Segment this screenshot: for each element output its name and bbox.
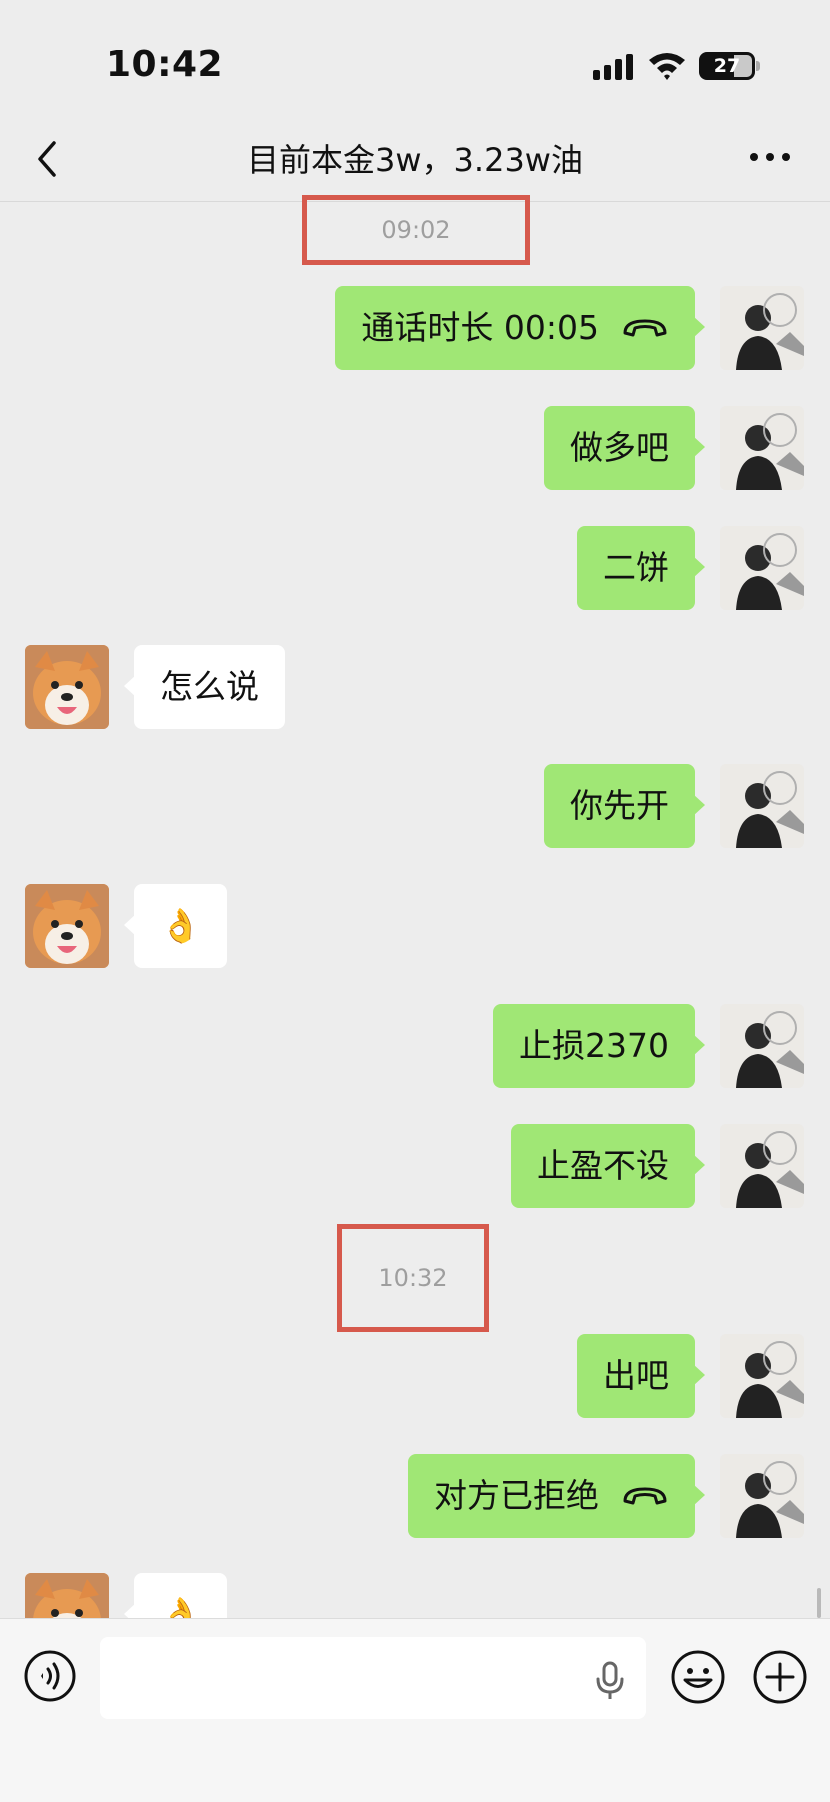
- phone-hangup-icon: [623, 319, 667, 336]
- home-indicator-area: [0, 1728, 830, 1802]
- my-avatar[interactable]: [720, 1124, 804, 1208]
- my-avatar[interactable]: [720, 1334, 804, 1418]
- message-bubble[interactable]: 做多吧: [544, 406, 705, 490]
- timestamp: 09:02: [302, 195, 530, 265]
- back-arrow-icon[interactable]: [30, 137, 64, 181]
- contact-avatar[interactable]: [25, 1573, 109, 1618]
- phone-hangup-icon: [623, 1487, 667, 1504]
- message-input[interactable]: [100, 1637, 646, 1719]
- voice-input-icon[interactable]: [23, 1649, 77, 1703]
- message-row-sent: 出吧: [0, 1334, 830, 1418]
- message-bubble[interactable]: 止盈不设: [511, 1124, 705, 1208]
- battery-level: 27: [713, 55, 741, 77]
- message-row-received: 👌: [0, 1573, 830, 1618]
- contact-avatar[interactable]: [25, 645, 109, 729]
- my-avatar[interactable]: [720, 526, 804, 610]
- message-text: 对方已拒绝: [434, 1476, 599, 1515]
- message-bubble[interactable]: 止损2370: [493, 1004, 705, 1088]
- my-avatar[interactable]: [720, 1454, 804, 1538]
- message-row-sent: 做多吧: [0, 406, 830, 490]
- microphone-icon[interactable]: [594, 1661, 626, 1701]
- message-row-sent: 你先开: [0, 764, 830, 848]
- wifi-icon: [649, 53, 685, 80]
- contact-avatar[interactable]: [25, 884, 109, 968]
- message-text: 通话时长 00:05: [361, 308, 599, 347]
- message-row-received: 怎么说: [0, 645, 830, 729]
- message-bubble[interactable]: 怎么说: [124, 645, 285, 729]
- emoji-icon[interactable]: [670, 1649, 726, 1705]
- message-row-sent: 止损2370: [0, 1004, 830, 1088]
- input-bar: [0, 1618, 830, 1728]
- message-row-sent: 通话时长 00:05: [0, 286, 830, 370]
- timestamp: 10:32: [337, 1224, 489, 1332]
- cellular-signal-icon: [593, 54, 633, 80]
- message-row-received: 👌: [0, 884, 830, 968]
- my-avatar[interactable]: [720, 1004, 804, 1088]
- my-avatar[interactable]: [720, 764, 804, 848]
- message-bubble-call-record[interactable]: 对方已拒绝: [408, 1454, 705, 1538]
- my-avatar[interactable]: [720, 406, 804, 490]
- chat-header: 目前本金3w，3.23w油: [0, 125, 830, 202]
- more-options-icon[interactable]: [748, 147, 792, 167]
- message-row-sent: 止盈不设: [0, 1124, 830, 1208]
- message-bubble[interactable]: 二饼: [577, 526, 705, 610]
- message-bubble-emoji[interactable]: 👌: [123, 884, 228, 968]
- status-bar: 10:42 27: [0, 0, 830, 125]
- add-attachment-icon[interactable]: [752, 1649, 808, 1705]
- status-time: 10:42: [106, 44, 224, 85]
- message-bubble[interactable]: 你先开: [544, 764, 705, 848]
- message-row-sent: 对方已拒绝: [0, 1454, 830, 1538]
- my-avatar[interactable]: [720, 286, 804, 370]
- message-bubble[interactable]: 出吧: [577, 1334, 705, 1418]
- battery-icon: 27: [699, 52, 760, 80]
- scrollbar[interactable]: [817, 1588, 821, 1618]
- message-bubble-emoji[interactable]: 👌: [123, 1573, 228, 1618]
- chat-title: 目前本金3w，3.23w油: [247, 141, 583, 179]
- message-bubble-call-record[interactable]: 通话时长 00:05: [335, 286, 705, 370]
- message-row-sent: 二饼: [0, 526, 830, 610]
